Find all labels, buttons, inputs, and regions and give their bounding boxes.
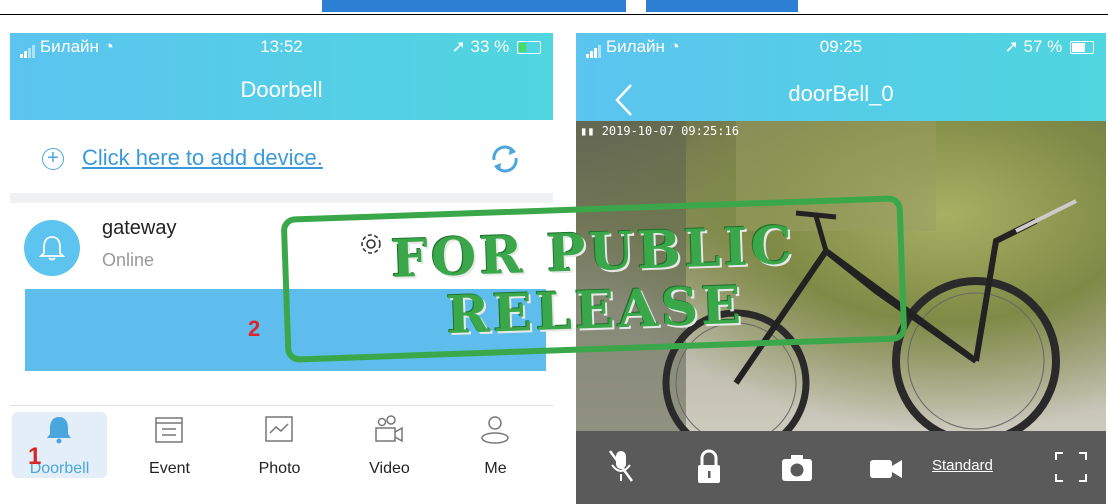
tab-label: Video (369, 460, 410, 477)
tab-label: Photo (258, 460, 301, 477)
add-device-link[interactable]: Click here to add device. (82, 145, 323, 171)
top-rule (0, 14, 1108, 15)
tab-doorbell[interactable]: Doorbell (12, 412, 107, 478)
quality-selector[interactable]: Standard (932, 457, 993, 474)
header-link-bar (322, 0, 626, 12)
location-icon: ➚ (451, 37, 466, 56)
record-video-icon[interactable] (868, 447, 904, 487)
video-controls-bar: Standard (576, 431, 1106, 504)
photo-icon (265, 416, 293, 442)
bell-icon (38, 236, 66, 261)
device-name: gateway (102, 217, 177, 239)
tab-label: Event (149, 460, 190, 477)
tab-event[interactable]: Event (122, 412, 217, 478)
battery-icon (1070, 41, 1094, 55)
section-divider (10, 193, 553, 203)
bell-icon (47, 417, 71, 444)
battery-status: ➚ 57 % (1005, 37, 1094, 57)
list-icon (155, 417, 183, 443)
video-timestamp: ▮▮ 2019-10-07 09:25:16 (580, 124, 739, 138)
battery-icon (517, 41, 541, 55)
for-public-release-stamp: FOR PUBLIC RELEASE (280, 195, 908, 363)
location-icon: ➚ (1004, 37, 1019, 56)
page-title: Doorbell (240, 77, 323, 102)
tab-label: Me (484, 460, 507, 477)
camera-icon[interactable] (780, 447, 814, 487)
tab-photo[interactable]: Photo (232, 412, 327, 478)
annotation-number-1: 1 (28, 443, 42, 470)
tab-label: Doorbell (29, 460, 90, 477)
plus-icon[interactable]: + (42, 148, 64, 170)
fullscreen-icon[interactable] (1054, 447, 1088, 487)
video-icon (375, 415, 403, 443)
battery-status: ➚ 33 % (452, 37, 541, 57)
device-status: Online (102, 250, 155, 270)
app-header: Билайн ◔ 09:25 ➚ 57 % doorBell_0 (576, 33, 1106, 121)
mute-mic-icon[interactable] (606, 447, 636, 487)
header-link-bar (646, 0, 798, 12)
app-header: Билайн ◔ 13:52 ➚ 33 % Doorbell (10, 33, 553, 120)
tab-video[interactable]: Video (342, 412, 437, 478)
battery-indicator-icon: ▮▮ (580, 124, 595, 138)
unlock-icon[interactable] (694, 447, 724, 487)
tab-me[interactable]: Me (448, 412, 543, 478)
bottom-tab-bar: Doorbell Event Photo Video Me (10, 405, 553, 504)
device-avatar (24, 220, 80, 276)
annotation-number-2: 2 (248, 316, 261, 341)
status-bar: Билайн ◔ 13:52 ➚ 33 % (10, 33, 553, 61)
person-icon (481, 416, 509, 444)
add-device-row[interactable]: + Click here to add device. (10, 121, 553, 201)
refresh-icon[interactable] (488, 144, 522, 174)
status-bar: Билайн ◔ 09:25 ➚ 57 % (576, 33, 1106, 61)
page-title: doorBell_0 (788, 81, 894, 106)
